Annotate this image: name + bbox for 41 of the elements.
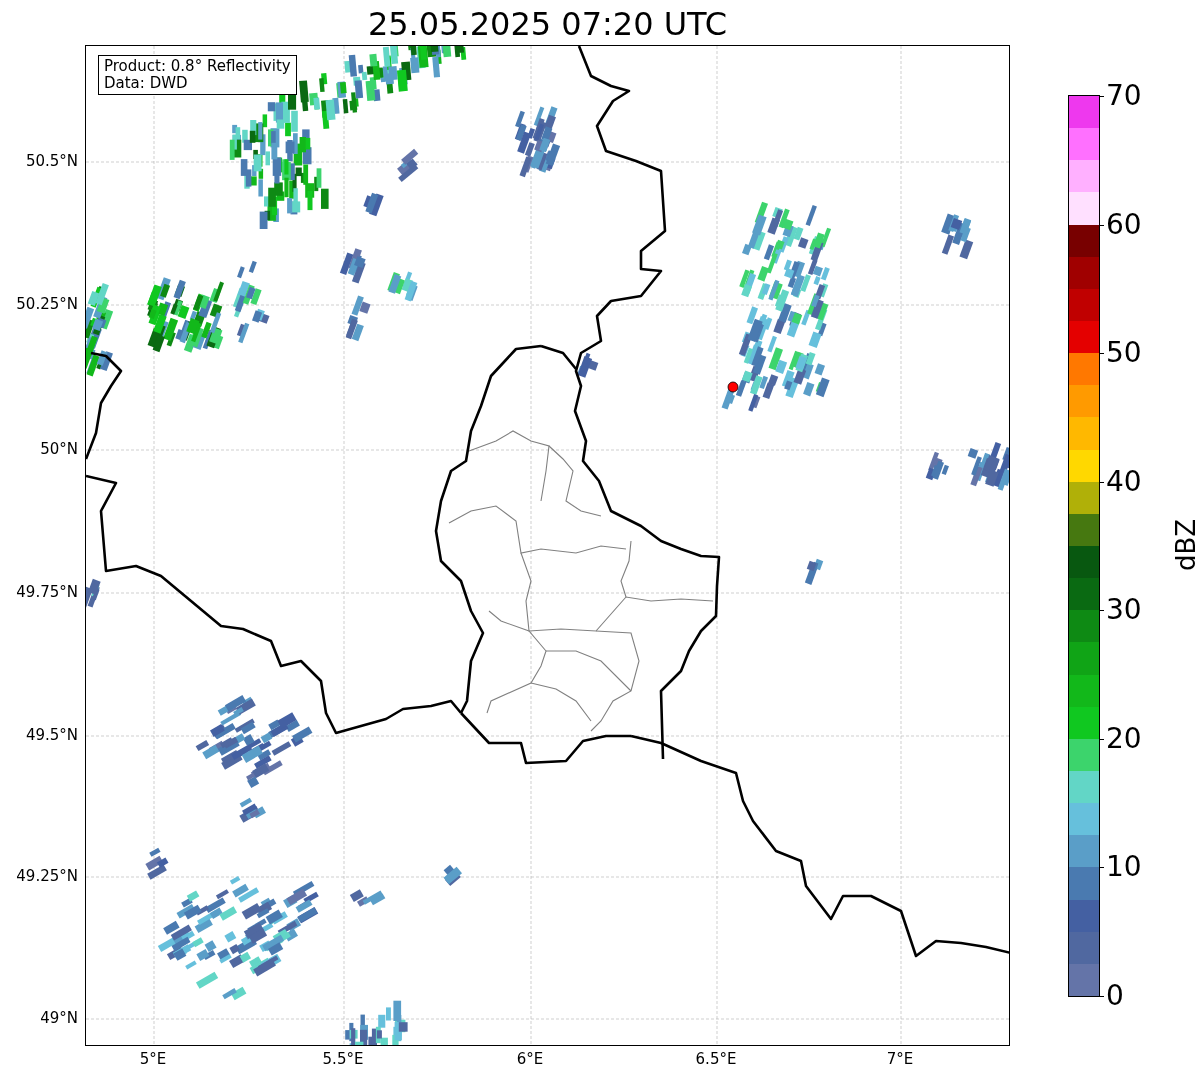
colorbar-tick-label: 40 (1106, 465, 1142, 498)
radar-echo (86, 578, 101, 610)
latitude-label: 49.5°N (25, 726, 78, 744)
radar-echo (804, 558, 824, 585)
colorbar-tick-label: 20 (1106, 722, 1142, 755)
colorbar-tick-label: 10 (1106, 851, 1142, 884)
colorbar-tick-label: 70 (1106, 80, 1142, 112)
info-text: Product: 0.8° Reflectivity (104, 58, 291, 75)
colorbar-tick-label: 0 (1106, 980, 1124, 1012)
colorbar-label: dBZ (1171, 518, 1202, 572)
radar-echo (514, 106, 561, 178)
latitude-label: 50°N (40, 440, 78, 458)
radar-echo (967, 442, 1009, 491)
longitude-label: 5.5°E (322, 1050, 364, 1068)
radar-echo (387, 271, 418, 302)
radar-echo (941, 213, 974, 260)
radar-echo (397, 148, 419, 183)
radar-echo (925, 451, 949, 481)
longitude-label: 5°E (139, 1050, 167, 1068)
radar-echo (349, 889, 386, 907)
colorbar-tick-label: 30 (1106, 594, 1142, 627)
latitude-label: 49.25°N (16, 867, 78, 885)
latitude-label: 49.75°N (16, 583, 78, 601)
latitude-label: 50.5°N (25, 152, 78, 170)
radar-echo (443, 864, 462, 887)
colorbar-tick-label: 60 (1106, 208, 1142, 241)
radar-echo (339, 248, 366, 284)
radar-echo (239, 797, 266, 823)
chart-title: 25.05.2025 07:20 UTC (366, 4, 729, 44)
longitude-label: 6°E (516, 1050, 544, 1068)
location-marker-icon (727, 381, 739, 393)
radar-echo (345, 1000, 408, 1045)
radar-echo (363, 192, 384, 217)
radar-echo (577, 352, 599, 378)
info-text: Data: DWD (104, 75, 189, 92)
latitude-label: 49°N (40, 1009, 78, 1027)
longitude-label: 6.5°E (695, 1050, 737, 1068)
longitude-label: 7°E (886, 1050, 914, 1068)
colorbar-tick-label: 50 (1106, 337, 1142, 370)
latitude-label: 50.25°N (16, 295, 78, 313)
radar-echo (345, 295, 371, 342)
